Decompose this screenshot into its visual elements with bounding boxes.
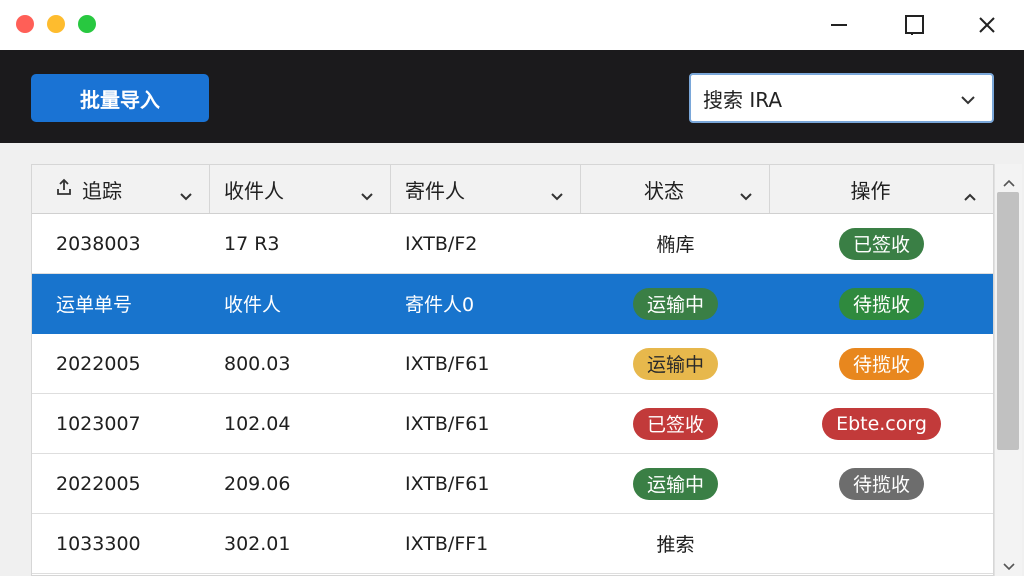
status-cell: 运输中 xyxy=(581,454,770,513)
toolbar: 批量导入 搜索 IRA xyxy=(0,50,1024,143)
search-dropdown[interactable]: 搜索 IRA xyxy=(689,73,994,123)
column-header-status[interactable]: 状态 xyxy=(581,165,770,213)
minimize-icon[interactable] xyxy=(819,8,859,42)
action-cell: Ebte.corg xyxy=(770,394,993,453)
action-badge[interactable]: 已签收 xyxy=(838,227,924,260)
tracking-cell: 2038003 xyxy=(56,232,141,255)
column-label: 收件人 xyxy=(224,178,284,203)
action-cell: 已签收 xyxy=(770,214,993,273)
column-label: 操作 xyxy=(850,178,891,203)
sender-cell: IXTB/F61 xyxy=(405,412,490,435)
action-cell: 待揽收 xyxy=(770,454,993,513)
status-cell: 已签收 xyxy=(581,394,770,453)
action-badge[interactable]: 待揽收 xyxy=(838,467,924,500)
tracking-cell: 运单单号 xyxy=(56,294,133,316)
recipient-cell: 209.06 xyxy=(224,472,291,495)
chevron-down-icon[interactable] xyxy=(360,183,374,207)
search-input[interactable]: 搜索 IRA xyxy=(703,84,992,113)
batch-import-button[interactable]: 批量导入 xyxy=(31,74,209,122)
table-row[interactable]: 1023007 102.04 IXTB/F61 已签收 Ebte.corg xyxy=(32,394,993,454)
shipment-table: 追踪 收件人 寄件人 状态 操作 2038003 17 R3 IXTB/F2 椭… xyxy=(31,164,994,576)
sender-cell: IXTB/F61 xyxy=(405,352,490,375)
action-badge[interactable]: 待揽收 xyxy=(838,347,924,380)
chevron-down-icon[interactable] xyxy=(739,183,753,207)
action-cell xyxy=(770,514,993,573)
status-badge: 运输中 xyxy=(632,467,718,500)
column-label: 寄件人 xyxy=(405,178,465,203)
status-text: 椭库 xyxy=(656,234,695,256)
content-area: 追踪 收件人 寄件人 状态 操作 2038003 17 R3 IXTB/F2 椭… xyxy=(0,143,1024,576)
sender-cell: 寄件人0 xyxy=(405,294,475,316)
status-cell: 椭库 xyxy=(581,214,770,273)
scroll-up-icon[interactable] xyxy=(1003,172,1015,191)
vertical-scrollbar[interactable] xyxy=(994,164,1022,576)
status-badge: 运输中 xyxy=(632,287,718,320)
tracking-cell: 1033300 xyxy=(56,532,141,555)
table-row[interactable]: 1033300 302.01 IXTB/FF1 推索 xyxy=(32,514,993,574)
status-cell: 运输中 xyxy=(581,334,770,393)
status-cell: 推索 xyxy=(581,514,770,573)
tracking-cell: 1023007 xyxy=(56,412,141,435)
close-window-dot[interactable] xyxy=(16,15,34,33)
sender-cell: IXTB/FF1 xyxy=(405,532,489,555)
column-header-recipient[interactable]: 收件人 xyxy=(210,165,391,213)
action-cell: 待揽收 xyxy=(770,274,993,333)
status-cell: 运输中 xyxy=(581,274,770,333)
chevron-down-icon[interactable] xyxy=(550,183,564,207)
status-text: 推索 xyxy=(656,534,695,556)
recipient-cell: 102.04 xyxy=(224,412,291,435)
scrollbar-thumb[interactable] xyxy=(997,192,1019,450)
column-header-tracking[interactable]: 追踪 xyxy=(32,165,210,213)
table-row[interactable]: 2022005 209.06 IXTB/F61 运输中 待揽收 xyxy=(32,454,993,514)
column-header-actions[interactable]: 操作 xyxy=(770,165,993,213)
recipient-cell: 302.01 xyxy=(224,532,291,555)
chevron-up-icon[interactable] xyxy=(963,183,977,207)
minimize-window-dot[interactable] xyxy=(47,15,65,33)
chevron-down-icon[interactable] xyxy=(960,91,976,110)
chevron-down-icon[interactable] xyxy=(179,183,193,207)
action-badge[interactable]: 待揽收 xyxy=(838,287,924,320)
sender-cell: IXTB/F2 xyxy=(405,232,478,255)
title-bar xyxy=(0,0,1024,50)
action-cell: 待揽收 xyxy=(770,334,993,393)
column-label: 状态 xyxy=(644,178,684,203)
column-label: 追踪 xyxy=(82,178,122,203)
scroll-down-icon[interactable] xyxy=(1003,556,1015,575)
action-badge[interactable]: Ebte.corg xyxy=(822,407,941,440)
recipient-cell: 800.03 xyxy=(224,352,291,375)
table-row[interactable]: 2038003 17 R3 IXTB/F2 椭库 已签收 xyxy=(32,214,993,274)
table-row[interactable]: 2022005 800.03 IXTB/F61 运输中 待揽收 xyxy=(32,334,993,394)
recipient-cell: 收件人 xyxy=(224,294,282,316)
status-badge: 已签收 xyxy=(632,407,718,440)
column-header-sender[interactable]: 寄件人 xyxy=(391,165,581,213)
tracking-cell: 2022005 xyxy=(56,352,141,375)
close-icon[interactable] xyxy=(967,8,1007,42)
table-header: 追踪 收件人 寄件人 状态 操作 xyxy=(32,165,993,214)
recipient-cell: 17 R3 xyxy=(224,232,280,255)
maximize-icon[interactable] xyxy=(895,8,935,42)
upload-icon xyxy=(56,177,72,201)
table-row-selected[interactable]: 运单单号 收件人 寄件人0 运输中 待揽收 xyxy=(32,274,993,334)
tracking-cell: 2022005 xyxy=(56,472,141,495)
status-badge: 运输中 xyxy=(632,347,718,380)
zoom-window-dot[interactable] xyxy=(78,15,96,33)
sender-cell: IXTB/F61 xyxy=(405,472,490,495)
